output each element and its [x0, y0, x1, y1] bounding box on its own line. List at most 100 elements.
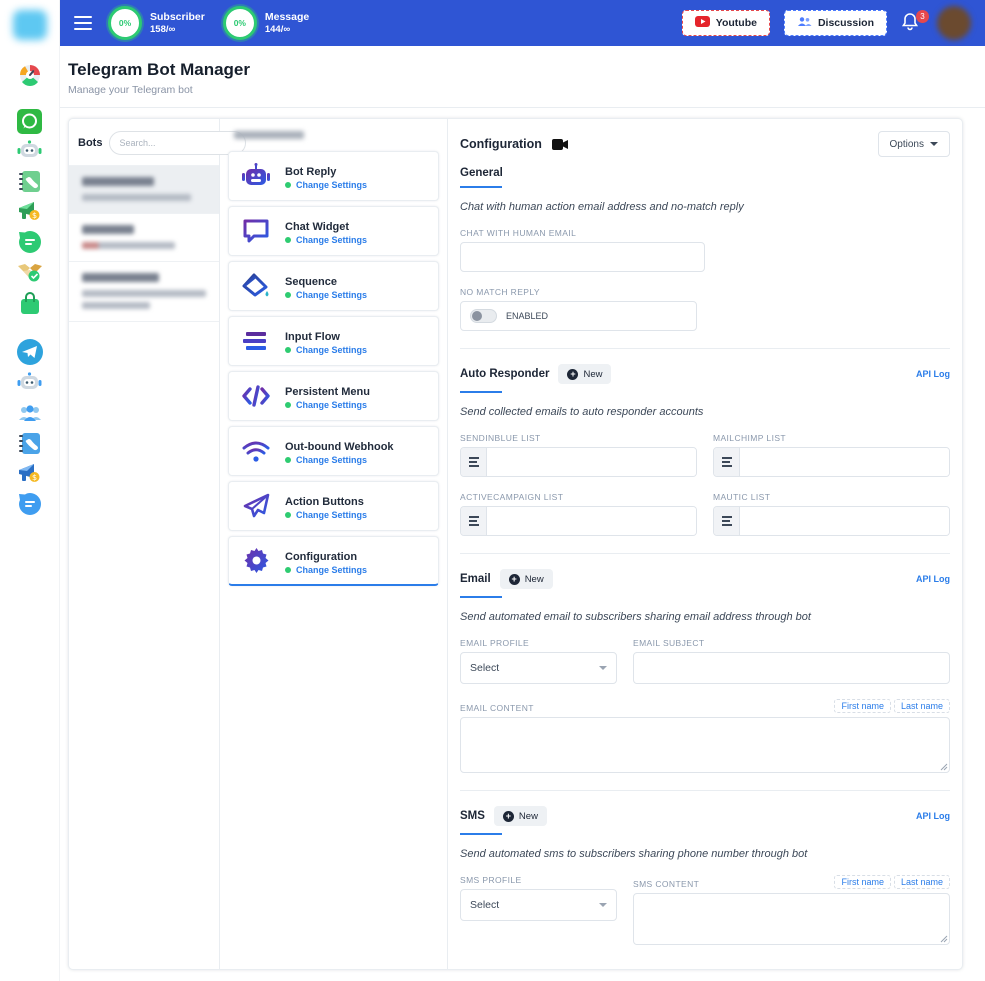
enabled-toggle[interactable] — [470, 309, 497, 323]
change-settings-link[interactable]: Change Settings — [296, 180, 367, 190]
robot-icon — [241, 161, 271, 191]
menu-item-label: Sequence — [285, 276, 337, 288]
bots-panel-title: Bots — [78, 137, 102, 149]
bot-list-item[interactable] — [69, 261, 219, 321]
menu-item-label: Chat Widget — [285, 221, 349, 233]
chevron-down-icon — [599, 666, 607, 670]
blue-chat-icon[interactable] — [17, 491, 43, 517]
email-subject-label: EMAIL SUBJECT — [633, 638, 950, 648]
last-name-chip[interactable]: Last name — [894, 875, 950, 889]
sms-profile-select[interactable]: Select — [460, 889, 617, 921]
discussion-button-label: Discussion — [818, 17, 874, 29]
menu-item-action-buttons[interactable]: Action Buttons Change Settings — [228, 481, 439, 531]
menu-item-label: Action Buttons — [285, 496, 364, 508]
telegram-icon[interactable] — [17, 339, 43, 365]
sms-content-label: SMS CONTENT — [633, 879, 699, 889]
section-underline — [460, 833, 502, 835]
notification-badge: 3 — [916, 10, 929, 23]
first-name-chip[interactable]: First name — [834, 875, 891, 889]
new-button-label: New — [583, 369, 602, 380]
change-settings-link[interactable]: Change Settings — [296, 455, 367, 465]
menu-item-input-flow[interactable]: Input Flow Change Settings — [228, 316, 439, 366]
change-settings-link[interactable]: Change Settings — [296, 235, 367, 245]
message-stat: 0% Message 144/∞ — [223, 6, 309, 40]
email-new-button[interactable]: +New — [500, 569, 553, 589]
status-dot — [285, 347, 291, 353]
user-avatar[interactable] — [937, 6, 971, 40]
section-underline — [460, 596, 502, 598]
menu-item-outbound-webhook[interactable]: Out-bound Webhook Change Settings — [228, 426, 439, 476]
mailchimp-list-input[interactable] — [740, 448, 949, 476]
email-content-textarea[interactable] — [460, 717, 950, 773]
resize-grip[interactable] — [940, 935, 948, 943]
handshake-icon[interactable] — [17, 260, 43, 286]
list-icon — [714, 448, 740, 476]
options-button[interactable]: Options — [878, 131, 950, 157]
youtube-button[interactable]: Youtube — [682, 10, 770, 36]
divider — [460, 553, 950, 554]
sendinblue-list-input[interactable] — [487, 448, 696, 476]
green-chat-icon[interactable] — [17, 229, 43, 255]
message-percent: 0% — [234, 18, 246, 28]
change-settings-link[interactable]: Change Settings — [296, 565, 367, 575]
blue-bot-icon[interactable] — [17, 370, 43, 396]
menu-item-persistent-menu[interactable]: Persistent Menu Change Settings — [228, 371, 439, 421]
hamburger-menu-icon[interactable] — [74, 16, 92, 30]
change-settings-link[interactable]: Change Settings — [296, 345, 367, 355]
email-profile-select[interactable]: Select — [460, 652, 617, 684]
shop-bag-icon[interactable] — [17, 291, 43, 317]
blue-broadcast-icon[interactable]: $ — [17, 460, 43, 486]
blue-group-icon[interactable] — [17, 400, 43, 426]
sms-description: Send automated sms to subscribers sharin… — [460, 848, 950, 860]
change-settings-link[interactable]: Change Settings — [296, 510, 367, 520]
change-settings-link[interactable]: Change Settings — [296, 290, 367, 300]
menu-item-sequence[interactable]: Sequence Change Settings — [228, 261, 439, 311]
first-name-chip[interactable]: First name — [834, 699, 891, 713]
green-bot-icon[interactable] — [17, 138, 43, 164]
general-description: Chat with human action email address and… — [460, 201, 950, 213]
chat-bubble-icon — [241, 216, 271, 246]
bot-list-item[interactable] — [69, 213, 219, 261]
message-progress-ring: 0% — [223, 6, 257, 40]
email-api-log-link[interactable]: API Log — [916, 574, 950, 584]
email-content-label: EMAIL CONTENT — [460, 703, 534, 713]
chat-with-human-email-input[interactable] — [460, 242, 705, 272]
users-icon — [797, 16, 812, 30]
top-navbar: 0% Subscriber 158/∞ 0% Message 144/∞ You… — [60, 0, 985, 46]
menu-item-chat-widget[interactable]: Chat Widget Change Settings — [228, 206, 439, 256]
auto-responder-api-log-link[interactable]: API Log — [916, 369, 950, 379]
last-name-chip[interactable]: Last name — [894, 699, 950, 713]
dashboard-icon[interactable] — [17, 62, 43, 88]
sms-content-textarea[interactable] — [633, 893, 950, 945]
divider — [460, 790, 950, 791]
whatsapp-icon[interactable] — [17, 108, 43, 134]
bot-list-item[interactable] — [69, 165, 219, 213]
email-subject-input[interactable] — [633, 652, 950, 684]
sms-new-button[interactable]: +New — [494, 806, 547, 826]
youtube-button-label: Youtube — [716, 17, 757, 29]
notifications-button[interactable]: 3 — [901, 12, 923, 34]
enabled-toggle-label: ENABLED — [506, 311, 548, 321]
menu-item-configuration[interactable]: Configuration Change Settings — [228, 536, 439, 586]
app-logo[interactable] — [13, 10, 47, 40]
green-broadcast-icon[interactable]: $ — [17, 198, 43, 224]
change-settings-link[interactable]: Change Settings — [296, 400, 367, 410]
sms-api-log-link[interactable]: API Log — [916, 811, 950, 821]
menu-item-bot-reply[interactable]: Bot Reply Change Settings — [228, 151, 439, 201]
green-contacts-icon[interactable] — [17, 168, 43, 194]
status-dot — [285, 182, 291, 188]
bot-name-redacted — [82, 177, 154, 186]
activecampaign-list-input[interactable] — [487, 507, 696, 535]
auto-responder-new-button[interactable]: +New — [558, 364, 611, 384]
discussion-button[interactable]: Discussion — [784, 10, 887, 36]
resize-grip[interactable] — [940, 763, 948, 771]
page-subtitle: Manage your Telegram bot — [68, 84, 985, 96]
mautic-list-input[interactable] — [740, 507, 949, 535]
blue-contacts-icon[interactable] — [17, 430, 43, 456]
plus-icon: + — [509, 574, 520, 585]
list-icon — [461, 507, 487, 535]
status-dot — [285, 237, 291, 243]
code-icon — [241, 381, 271, 411]
video-camera-icon[interactable] — [552, 139, 568, 150]
menu-item-label: Persistent Menu — [285, 386, 370, 398]
